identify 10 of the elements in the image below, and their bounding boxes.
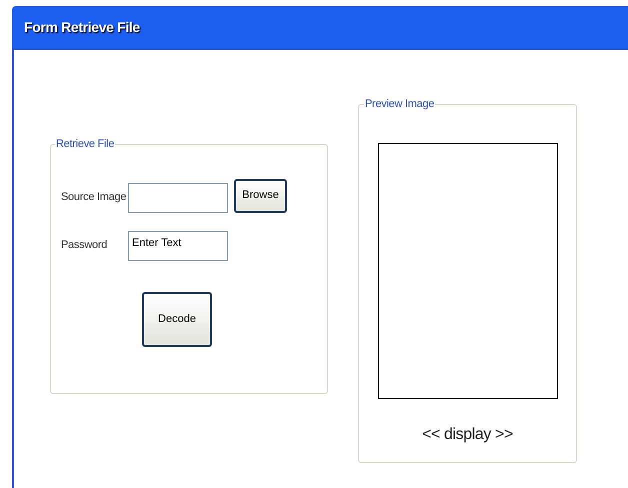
input-field[interactable] bbox=[128, 182, 228, 212]
field-label: Source Image bbox=[61, 190, 128, 206]
browse-button[interactable]: Browse bbox=[234, 178, 287, 212]
group-title: Retrieve File bbox=[55, 137, 116, 152]
group-title: Preview Image bbox=[364, 97, 436, 112]
display-caption: << display >> bbox=[422, 424, 513, 444]
window-title: Form Retrieve File bbox=[24, 18, 140, 36]
decode-button[interactable]: Decode bbox=[142, 292, 212, 346]
input-field[interactable]: Enter Text bbox=[128, 230, 228, 260]
field-label: Password bbox=[61, 238, 108, 254]
